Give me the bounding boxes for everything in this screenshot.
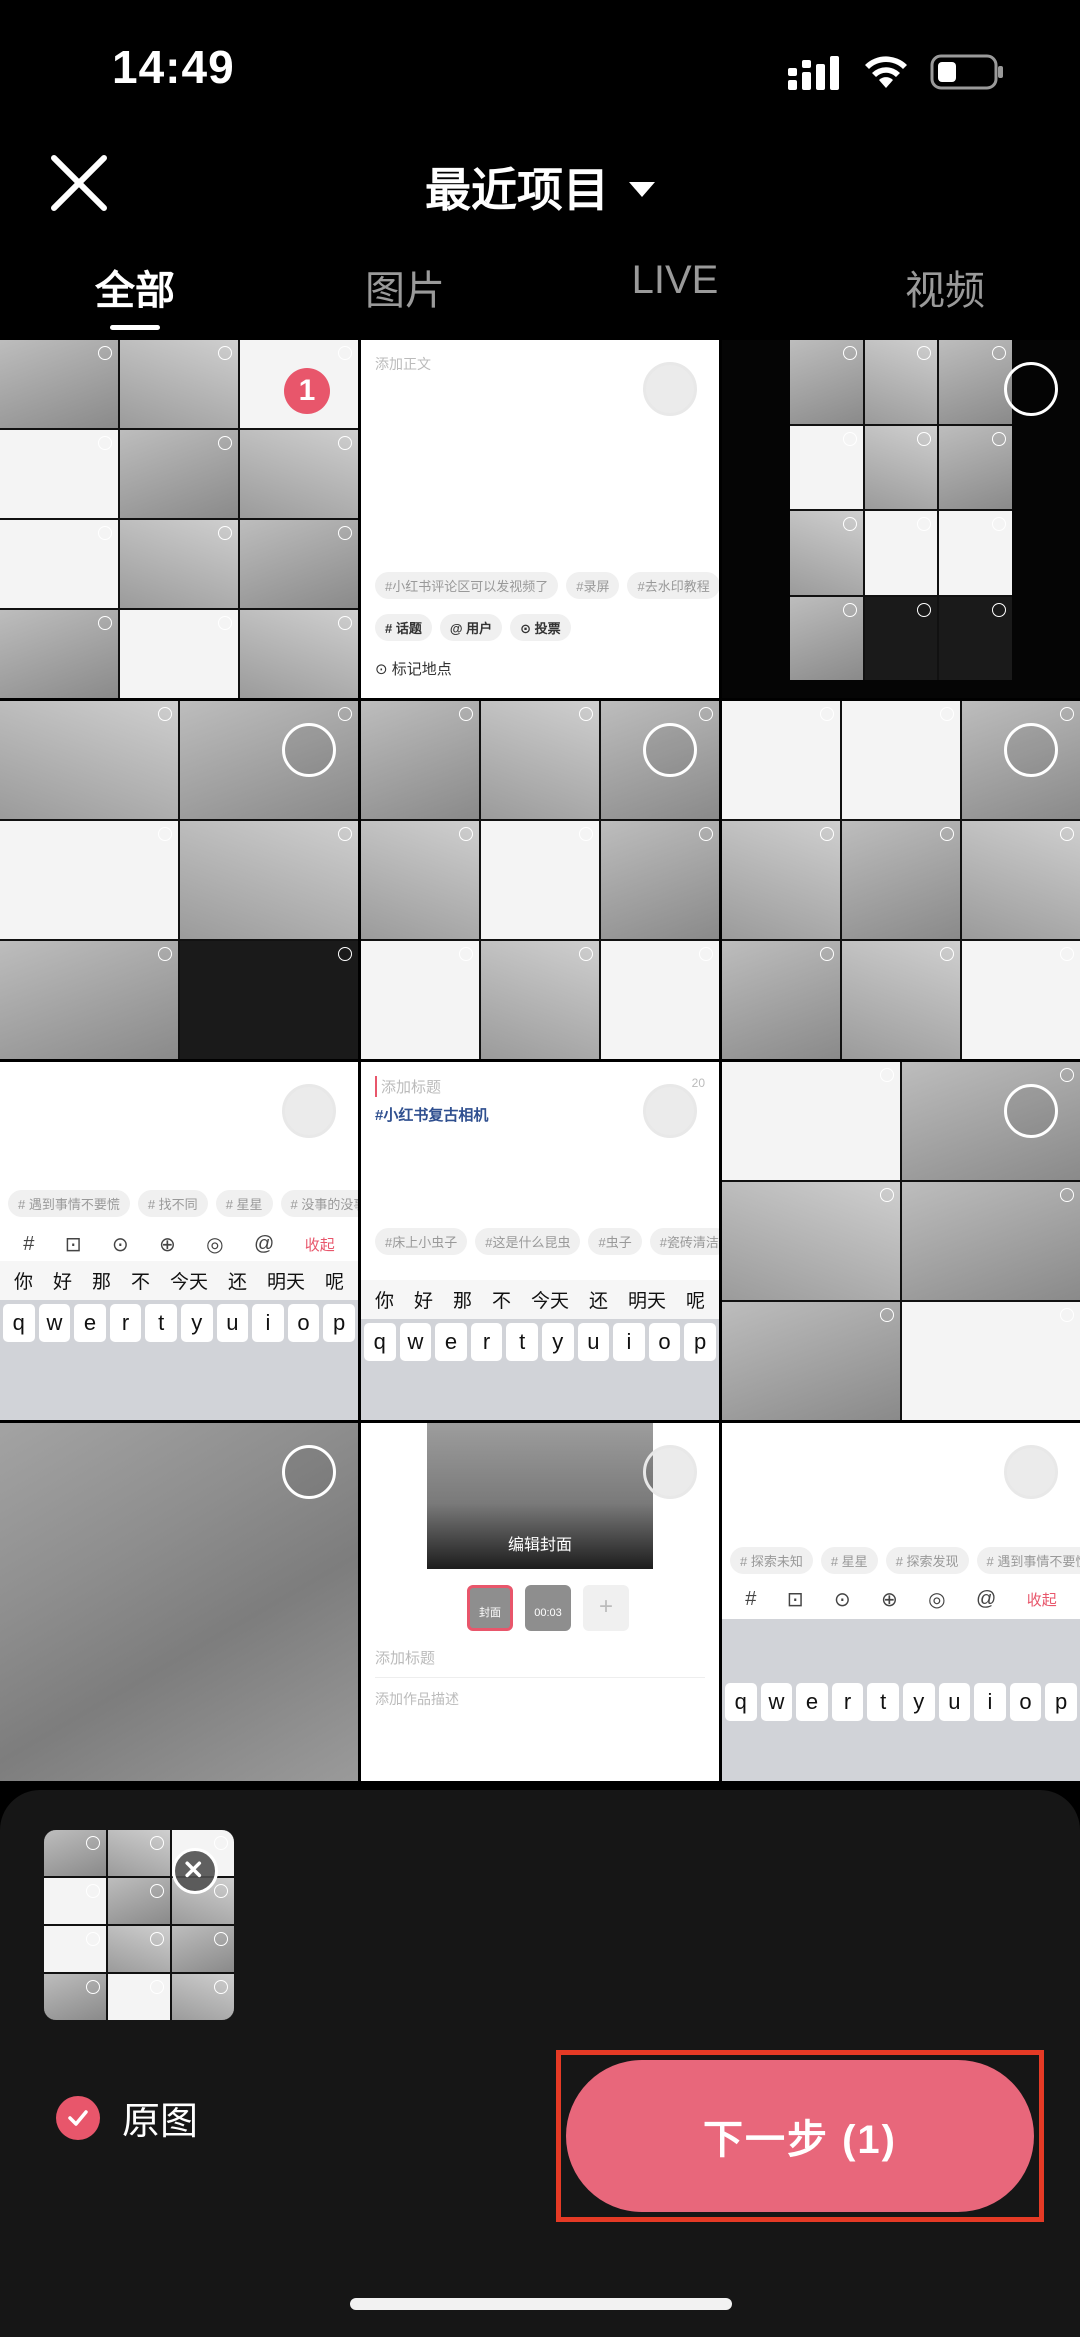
select-circle[interactable] [643,362,697,416]
select-circle[interactable] [282,723,336,777]
media-thumb[interactable]: 添加正文 #小红书评论区可以发视频了 #录屏 #去水印教程 # 话题 @ 用户 … [361,340,719,698]
caret-down-icon [629,182,655,198]
select-circle[interactable] [1004,362,1058,416]
selection-order-badge: 1 [284,368,330,414]
signal-bars-icon [788,56,839,90]
media-type-tabs: 全部 图片 LIVE 视频 [0,250,1080,330]
tab-live[interactable]: LIVE [540,250,810,330]
selection-panel: 原图 下一步 (1) [0,1790,1080,2337]
media-thumb[interactable]: 添加标题 20 #小红书复古相机 #床上小虫子 #这是什么昆虫 #虫子 #瓷砖清… [361,1062,719,1420]
close-icon[interactable] [172,1848,218,1894]
original-image-toggle[interactable]: 原图 [56,2090,198,2145]
media-thumb[interactable]: # 遇到事情不要慌 # 找不同 # 星星 # 没事的没事 #⊡⊙⊕◎@收起 你好… [0,1062,358,1420]
album-title: 最近项目 [425,164,609,216]
original-image-label: 原图 [122,2101,199,2143]
tab-all[interactable]: 全部 [0,250,270,330]
select-circle[interactable] [1004,723,1058,777]
home-indicator[interactable] [350,2298,732,2310]
header: 最近项目 [0,130,1080,230]
album-selector[interactable]: 最近项目 [0,154,1080,220]
status-time: 14:49 [112,41,235,93]
thumb-image [790,340,1012,680]
media-thumb[interactable] [722,1062,1080,1420]
select-circle[interactable] [1004,1445,1058,1499]
media-thumb[interactable] [361,701,719,1059]
select-circle[interactable] [282,1445,336,1499]
media-thumb[interactable] [722,340,1080,698]
select-circle[interactable] [643,1084,697,1138]
select-circle[interactable] [1004,1084,1058,1138]
wifi-icon [865,56,907,88]
checkmark-icon [56,2095,100,2140]
media-grid: 1 添加正文 #小红书评论区可以发视频了 #录屏 #去水印教程 # 话题 @ 用… [0,340,1080,1790]
battery-low-icon [930,54,1003,90]
media-thumb[interactable]: # 探索未知 # 星星 # 探索发现 # 遇到事情不要慌 # ⊡ ⊙ ⊕ ◎ @ 收起 qw… [722,1423,1080,1781]
select-circle[interactable] [643,723,697,777]
media-thumb[interactable] [0,1423,358,1781]
tab-photos[interactable]: 图片 [270,250,540,330]
status-bar: 14:49 [0,0,1080,130]
media-thumb[interactable] [722,701,1080,1059]
select-circle[interactable] [643,1445,697,1499]
select-circle[interactable] [282,1084,336,1138]
media-thumb[interactable]: 编辑封面 封面 00:03 + 添加标题 添加作品描述 [361,1423,719,1781]
media-thumb[interactable] [0,701,358,1059]
media-thumb[interactable]: 1 [0,340,358,698]
tab-videos[interactable]: 视频 [810,250,1080,330]
next-step-button[interactable]: 下一步 (1) [566,2060,1034,2212]
